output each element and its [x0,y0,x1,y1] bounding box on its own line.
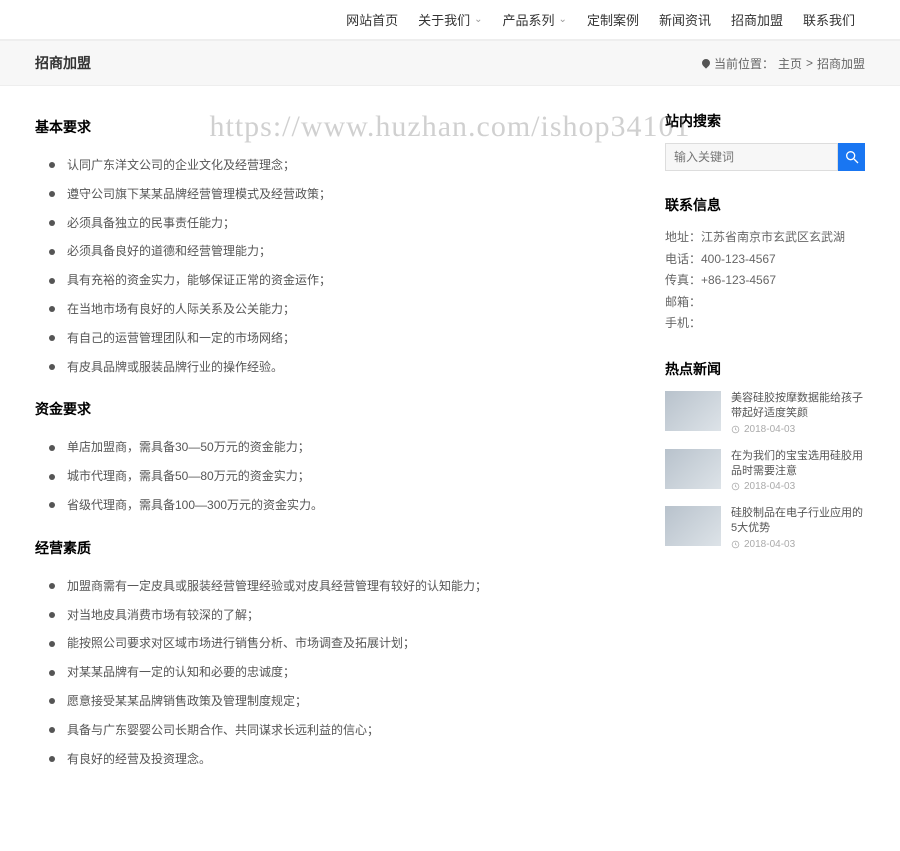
nav-item-label: 新闻资讯 [659,10,711,29]
list-item: 单店加盟商，需具备30—50万元的资金能力； [49,433,625,462]
news-title: 美容硅胶按摩数据能给孩子带起好适度笑颜 [731,391,865,421]
contact-info: 地址：江苏省南京市玄武区玄武湖电话：400-123-4567传真：+86-123… [665,227,865,335]
list-item: 有自己的运营管理团队和一定的市场网络； [49,324,625,353]
nav-item-3[interactable]: 定制案例 [577,10,649,29]
search-box [665,143,865,171]
news-date: 2018-04-03 [731,424,865,435]
chevron-down-icon: ⌄ [474,14,482,25]
search-input[interactable] [665,143,838,171]
contact-line: 传真：+86-123-4567 [665,270,865,292]
nav-item-label: 产品系列 [503,10,555,29]
breadcrumb-bar: 招商加盟 当前位置： 主页 > 招商加盟 [0,40,900,86]
article-body: 基本要求认同广东洋文公司的企业文化及经营理念；遵守公司旗下某某品牌经营管理模式及… [35,111,625,791]
section-heading: 资金要求 [35,399,625,419]
list-item: 有良好的经营及投资理念。 [49,745,625,774]
list-item: 具有充裕的资金实力，能够保证正常的资金运作； [49,266,625,295]
search-heading: 站内搜索 [665,111,865,131]
list-item: 城市代理商，需具备50—80万元的资金实力； [49,462,625,491]
nav-item-label: 招商加盟 [731,10,783,29]
list-item: 有皮具品牌或服装品牌行业的操作经验。 [49,353,625,382]
nav-item-5[interactable]: 招商加盟 [721,10,793,29]
list-item: 必须具备独立的民事责任能力； [49,209,625,238]
list-item: 对某某品牌有一定的认知和必要的忠诚度； [49,658,625,687]
page-title: 招商加盟 [35,53,91,73]
clock-icon [731,425,740,434]
list-item: 加盟商需有一定皮具或服装经营管理经验或对皮具经营管理有较好的认知能力； [49,572,625,601]
search-button[interactable] [838,143,865,171]
breadcrumb-current: 招商加盟 [817,55,865,72]
nav-item-2[interactable]: 产品系列 ⌄ [493,10,577,29]
list-item: 对当地皮具消费市场有较深的了解； [49,601,625,630]
news-title: 在为我们的宝宝选用硅胶用品时需要注意 [731,449,865,479]
nav-item-0[interactable]: 网站首页 [336,10,408,29]
nav-item-6[interactable]: 联系我们 [793,10,865,29]
main-content: 基本要求认同广东洋文公司的企业文化及经营理念；遵守公司旗下某某品牌经营管理模式及… [35,86,865,851]
contact-heading: 联系信息 [665,195,865,215]
nav-item-label: 关于我们 [418,10,470,29]
requirement-list: 单店加盟商，需具备30—50万元的资金能力；城市代理商，需具备50—80万元的资… [49,433,625,519]
news-title: 硅胶制品在电子行业应用的5大优势 [731,506,865,536]
news-info: 硅胶制品在电子行业应用的5大优势 2018-04-03 [731,506,865,550]
sidebar: 站内搜索 联系信息 地址：江苏省南京市玄武区玄武湖电话：400-123-4567… [665,111,865,791]
news-item[interactable]: 硅胶制品在电子行业应用的5大优势 2018-04-03 [665,506,865,550]
list-item: 能按照公司要求对区域市场进行销售分析、市场调查及拓展计划； [49,629,625,658]
nav-item-label: 定制案例 [587,10,639,29]
contact-line: 地址：江苏省南京市玄武区玄武湖 [665,227,865,249]
nav-item-label: 网站首页 [346,10,398,29]
contact-line: 手机： [665,313,865,335]
section-heading: 经营素质 [35,538,625,558]
breadcrumb-sep: > [806,56,813,70]
list-item: 必须具备良好的道德和经营管理能力； [49,237,625,266]
list-item: 在当地市场有良好的人际关系及公关能力； [49,295,625,324]
breadcrumb-label: 当前位置： [714,55,774,72]
list-item: 具备与广东婴婴公司长期合作、共同谋求长远利益的信心； [49,716,625,745]
list-item: 遵守公司旗下某某品牌经营管理模式及经营政策； [49,180,625,209]
nav-item-1[interactable]: 关于我们 ⌄ [408,10,492,29]
nav-item-4[interactable]: 新闻资讯 [649,10,721,29]
news-thumb [665,391,721,431]
news-item[interactable]: 在为我们的宝宝选用硅胶用品时需要注意 2018-04-03 [665,449,865,493]
requirement-list: 加盟商需有一定皮具或服装经营管理经验或对皮具经营管理有较好的认知能力；对当地皮具… [49,572,625,774]
news-thumb [665,506,721,546]
clock-icon [731,482,740,491]
news-info: 在为我们的宝宝选用硅胶用品时需要注意 2018-04-03 [731,449,865,493]
chevron-down-icon: ⌄ [559,14,567,25]
news-info: 美容硅胶按摩数据能给孩子带起好适度笑颜 2018-04-03 [731,391,865,435]
news-date: 2018-04-03 [731,539,865,550]
search-icon [844,149,860,165]
nav-item-label: 联系我们 [803,10,855,29]
news-item[interactable]: 美容硅胶按摩数据能给孩子带起好适度笑颜 2018-04-03 [665,391,865,435]
breadcrumb: 当前位置： 主页 > 招商加盟 [702,55,865,72]
hotnews-list: 美容硅胶按摩数据能给孩子带起好适度笑颜2018-04-03在为我们的宝宝选用硅胶… [665,391,865,550]
main-nav: 网站首页 关于我们 ⌄ 产品系列 ⌄ 定制案例 新闻资讯 招商加盟 联系我们 [35,0,865,39]
requirement-list: 认同广东洋文公司的企业文化及经营理念；遵守公司旗下某某品牌经营管理模式及经营政策… [49,151,625,381]
news-date: 2018-04-03 [731,481,865,492]
list-item: 愿意接受某某品牌销售政策及管理制度规定； [49,687,625,716]
list-item: 省级代理商，需具备100—300万元的资金实力。 [49,491,625,520]
news-thumb [665,449,721,489]
hotnews-heading: 热点新闻 [665,359,865,379]
pin-icon [700,57,711,68]
clock-icon [731,540,740,549]
list-item: 认同广东洋文公司的企业文化及经营理念； [49,151,625,180]
site-header: 网站首页 关于我们 ⌄ 产品系列 ⌄ 定制案例 新闻资讯 招商加盟 联系我们 [0,0,900,40]
section-heading: 基本要求 [35,117,625,137]
contact-line: 电话：400-123-4567 [665,249,865,271]
contact-line: 邮箱： [665,292,865,314]
breadcrumb-home[interactable]: 主页 [778,55,802,72]
